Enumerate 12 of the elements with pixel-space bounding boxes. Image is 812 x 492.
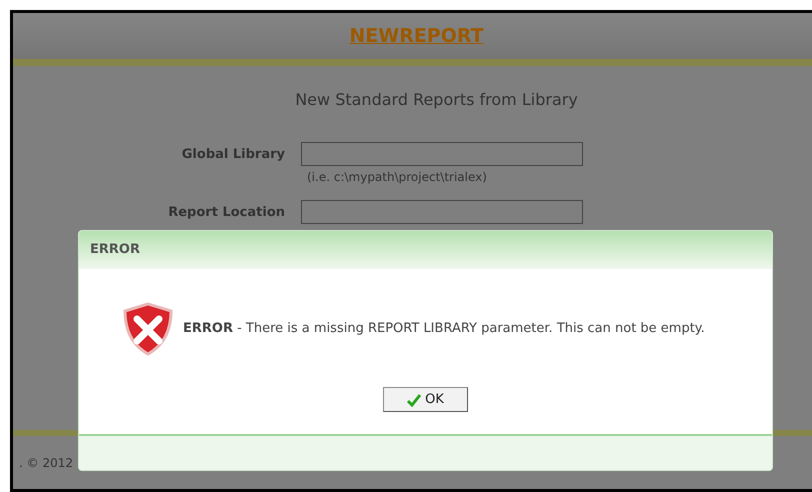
error-message: ERROR - There is a missing REPORT LIBRARY parameter. This can not be empty.	[183, 320, 705, 338]
field-label: Report Location	[168, 204, 285, 222]
error-shield-icon	[121, 301, 175, 357]
input-field[interactable]	[301, 142, 583, 166]
dialog-title: ERROR	[90, 241, 140, 260]
field-hint: (i.e. c:\mypath\project\trialex)	[307, 169, 488, 186]
checkmark-icon	[407, 392, 422, 406]
copyright-text: . © 2012	[19, 454, 73, 472]
ok-button[interactable]: OK	[383, 387, 468, 412]
field-label: Global Library	[182, 146, 285, 164]
input-field[interactable]	[301, 200, 583, 224]
page-subtitle: New Standard Reports from Library	[295, 89, 578, 111]
